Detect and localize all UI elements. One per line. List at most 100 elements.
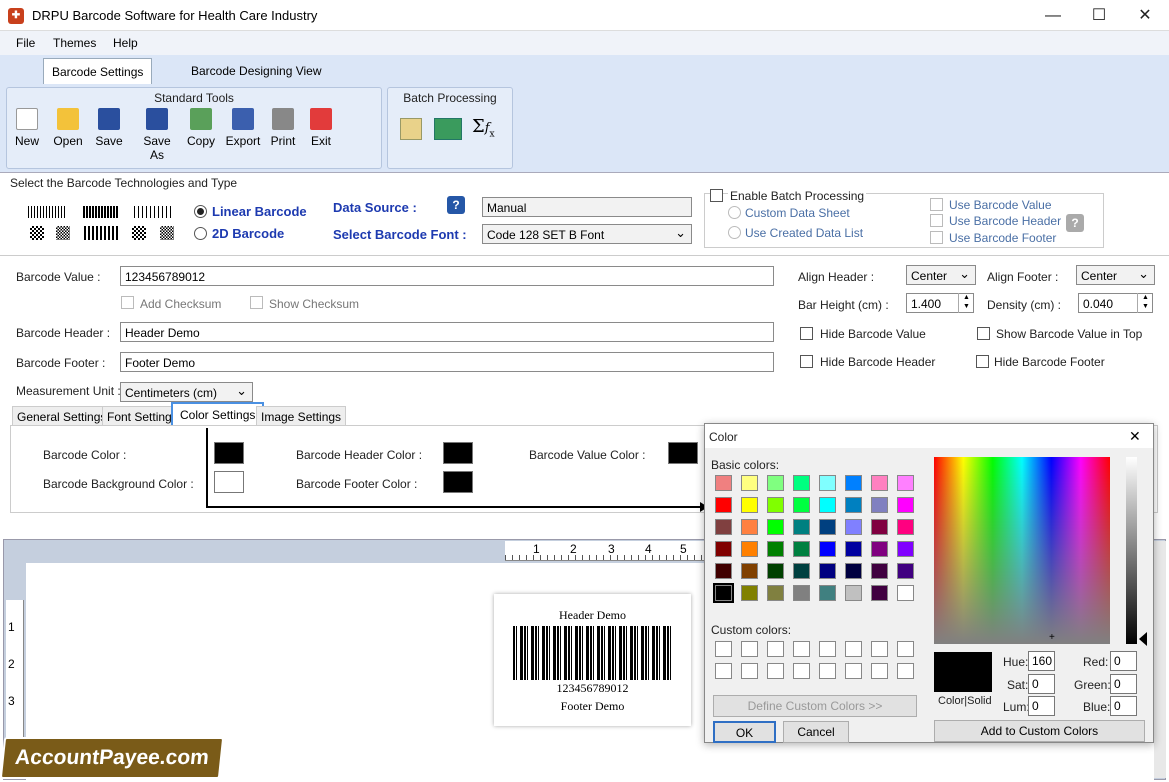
basic-color-swatch[interactable]	[871, 475, 888, 491]
define-custom-colors-button[interactable]: Define Custom Colors >>	[713, 695, 917, 717]
custom-color-swatch[interactable]	[767, 663, 784, 679]
tab-image-settings[interactable]: Image Settings	[256, 406, 347, 426]
basic-color-swatch[interactable]	[741, 563, 758, 579]
measurement-unit-select[interactable]: Centimeters (cm)	[120, 382, 253, 402]
basic-color-swatch[interactable]	[871, 519, 888, 535]
close-button[interactable]: ✕	[1122, 0, 1168, 31]
hue-input[interactable]: 160	[1028, 651, 1055, 671]
custom-color-swatch[interactable]	[793, 641, 810, 657]
basic-color-swatch[interactable]	[845, 475, 862, 491]
basic-color-swatch[interactable]	[897, 497, 914, 513]
basic-color-swatch[interactable]	[897, 541, 914, 557]
basic-color-swatch[interactable]	[793, 519, 810, 535]
minimize-button[interactable]: —	[1030, 0, 1076, 31]
batch-excel-icon[interactable]	[434, 118, 462, 140]
custom-color-swatch[interactable]	[819, 641, 836, 657]
basic-color-swatch[interactable]	[793, 563, 810, 579]
enable-batch-checkbox[interactable]	[710, 189, 723, 202]
basic-color-swatch[interactable]	[715, 497, 732, 513]
exit-button[interactable]: Exit	[301, 108, 341, 148]
data-source-field[interactable]: Manual	[482, 197, 692, 217]
basic-color-swatch[interactable]	[741, 519, 758, 535]
red-input[interactable]: 0	[1110, 651, 1137, 671]
basic-color-swatch[interactable]	[741, 541, 758, 557]
footer-color-swatch[interactable]	[443, 471, 473, 493]
basic-color-swatch[interactable]	[871, 497, 888, 513]
custom-color-swatch[interactable]	[871, 663, 888, 679]
align-header-select[interactable]: Center	[906, 265, 976, 285]
custom-color-swatch[interactable]	[897, 663, 914, 679]
barcode-value-input[interactable]: 123456789012	[120, 266, 774, 286]
basic-color-swatch[interactable]	[897, 519, 914, 535]
basic-color-swatch[interactable]	[819, 563, 836, 579]
maximize-button[interactable]: ☐	[1076, 0, 1122, 31]
basic-color-swatch[interactable]	[767, 563, 784, 579]
menu-themes[interactable]: Themes	[53, 36, 96, 50]
custom-color-swatch[interactable]	[715, 641, 732, 657]
show-value-top-checkbox[interactable]	[977, 327, 990, 340]
basic-color-swatch[interactable]	[767, 497, 784, 513]
show-checksum-checkbox[interactable]	[250, 296, 263, 309]
basic-color-swatch[interactable]	[715, 563, 732, 579]
green-input[interactable]: 0	[1110, 674, 1137, 694]
align-footer-select[interactable]: Center	[1076, 265, 1155, 285]
basic-color-swatch[interactable]	[767, 519, 784, 535]
basic-color-swatch[interactable]	[715, 519, 732, 535]
basic-color-swatch[interactable]	[871, 563, 888, 579]
custom-color-swatch[interactable]	[897, 641, 914, 657]
hide-value-checkbox[interactable]	[800, 327, 813, 340]
sat-input[interactable]: 0	[1028, 674, 1055, 694]
basic-color-swatch[interactable]	[845, 585, 862, 601]
batch-help-icon[interactable]: ?	[1066, 214, 1084, 232]
basic-color-swatch[interactable]	[897, 585, 914, 601]
barcode-preview[interactable]: Header Demo 123456789012 Footer Demo	[494, 594, 691, 726]
batch-formula-icon[interactable]: Σfx	[472, 116, 495, 140]
basic-color-swatch[interactable]	[871, 541, 888, 557]
export-button[interactable]: Export	[223, 108, 263, 148]
custom-color-swatch[interactable]	[793, 663, 810, 679]
2d-barcode-radio[interactable]	[194, 227, 207, 240]
custom-color-swatch[interactable]	[819, 663, 836, 679]
barcode-header-input[interactable]: Header Demo	[120, 322, 774, 342]
custom-color-swatch[interactable]	[845, 663, 862, 679]
value-color-swatch[interactable]	[668, 442, 698, 464]
basic-color-swatch[interactable]	[741, 585, 758, 601]
basic-color-swatch[interactable]	[819, 585, 836, 601]
luminance-bar[interactable]	[1126, 457, 1137, 644]
created-data-list-radio[interactable]	[728, 226, 741, 239]
basic-color-swatch[interactable]	[845, 541, 862, 557]
barcode-footer-input[interactable]: Footer Demo	[120, 352, 774, 372]
add-to-custom-colors-button[interactable]: Add to Custom Colors	[934, 720, 1145, 742]
basic-color-swatch[interactable]	[715, 541, 732, 557]
basic-color-swatch[interactable]	[767, 541, 784, 557]
color-spectrum[interactable]	[934, 457, 1110, 644]
menu-file[interactable]: File	[16, 36, 35, 50]
menu-help[interactable]: Help	[113, 36, 138, 50]
luminance-arrow[interactable]	[1139, 632, 1147, 646]
use-barcode-header-checkbox[interactable]	[930, 214, 943, 227]
basic-color-swatch[interactable]	[713, 583, 734, 603]
save-button[interactable]: Save	[89, 108, 129, 148]
basic-color-swatch[interactable]	[767, 585, 784, 601]
ok-button[interactable]: OK	[713, 721, 776, 743]
basic-color-swatch[interactable]	[741, 497, 758, 513]
linear-barcode-radio[interactable]	[194, 205, 207, 218]
basic-color-swatch[interactable]	[819, 541, 836, 557]
basic-color-swatch[interactable]	[793, 585, 810, 601]
tab-general-settings[interactable]: General Settings	[12, 406, 112, 426]
basic-color-swatch[interactable]	[793, 497, 810, 513]
print-button[interactable]: Print	[263, 108, 303, 148]
lum-input[interactable]: 0	[1028, 696, 1055, 716]
custom-color-swatch[interactable]	[715, 663, 732, 679]
bar-height-spinner[interactable]: ▲ ▼	[958, 293, 974, 313]
data-source-help-icon[interactable]: ?	[447, 196, 465, 214]
header-color-swatch[interactable]	[443, 442, 473, 464]
hide-header-checkbox[interactable]	[800, 355, 813, 368]
color-dialog-close-icon[interactable]: ✕	[1129, 428, 1141, 445]
custom-color-swatch[interactable]	[845, 641, 862, 657]
basic-color-swatch[interactable]	[845, 497, 862, 513]
custom-color-swatch[interactable]	[741, 663, 758, 679]
basic-color-swatch[interactable]	[819, 519, 836, 535]
copy-button[interactable]: Copy	[181, 108, 221, 148]
basic-color-swatch[interactable]	[819, 497, 836, 513]
